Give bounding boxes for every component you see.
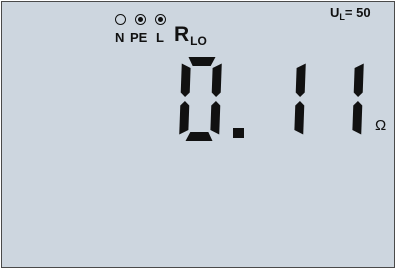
- indicator-pe-label: PE: [130, 30, 148, 45]
- segment-e: [179, 101, 190, 135]
- segment-b: [295, 63, 306, 97]
- reading-digit: [179, 57, 222, 141]
- voltage-sub: L: [339, 12, 345, 22]
- lcd-display: N PE L RLO UL= 50 Ω: [1, 1, 395, 268]
- segment-c: [352, 101, 363, 135]
- segment-a: [188, 57, 216, 66]
- segment-b: [353, 63, 364, 97]
- indicator-l-dot-icon: [155, 14, 166, 25]
- segment-c: [294, 101, 305, 135]
- voltage-value: = 50: [344, 5, 371, 20]
- indicator-l-label: L: [156, 30, 164, 45]
- reading-digit: [352, 63, 364, 135]
- unit-label: Ω: [375, 117, 387, 134]
- segment-b: [211, 63, 222, 97]
- decimal-point: [233, 128, 244, 138]
- segment-d: [185, 132, 213, 141]
- indicator-n-label: N: [115, 30, 125, 45]
- segment-c: [210, 101, 221, 135]
- reading-digit: [294, 63, 306, 135]
- segment-f: [180, 63, 191, 97]
- function-main: R: [174, 23, 190, 46]
- function-label: RLO: [174, 23, 207, 48]
- indicator-n-circle-icon: [115, 14, 126, 25]
- indicator-pe-dot-icon: [135, 14, 146, 25]
- reading-display: [179, 57, 364, 141]
- voltage-label: UL= 50: [330, 5, 371, 22]
- voltage-prefix: U: [330, 5, 340, 20]
- function-sub: LO: [190, 34, 207, 48]
